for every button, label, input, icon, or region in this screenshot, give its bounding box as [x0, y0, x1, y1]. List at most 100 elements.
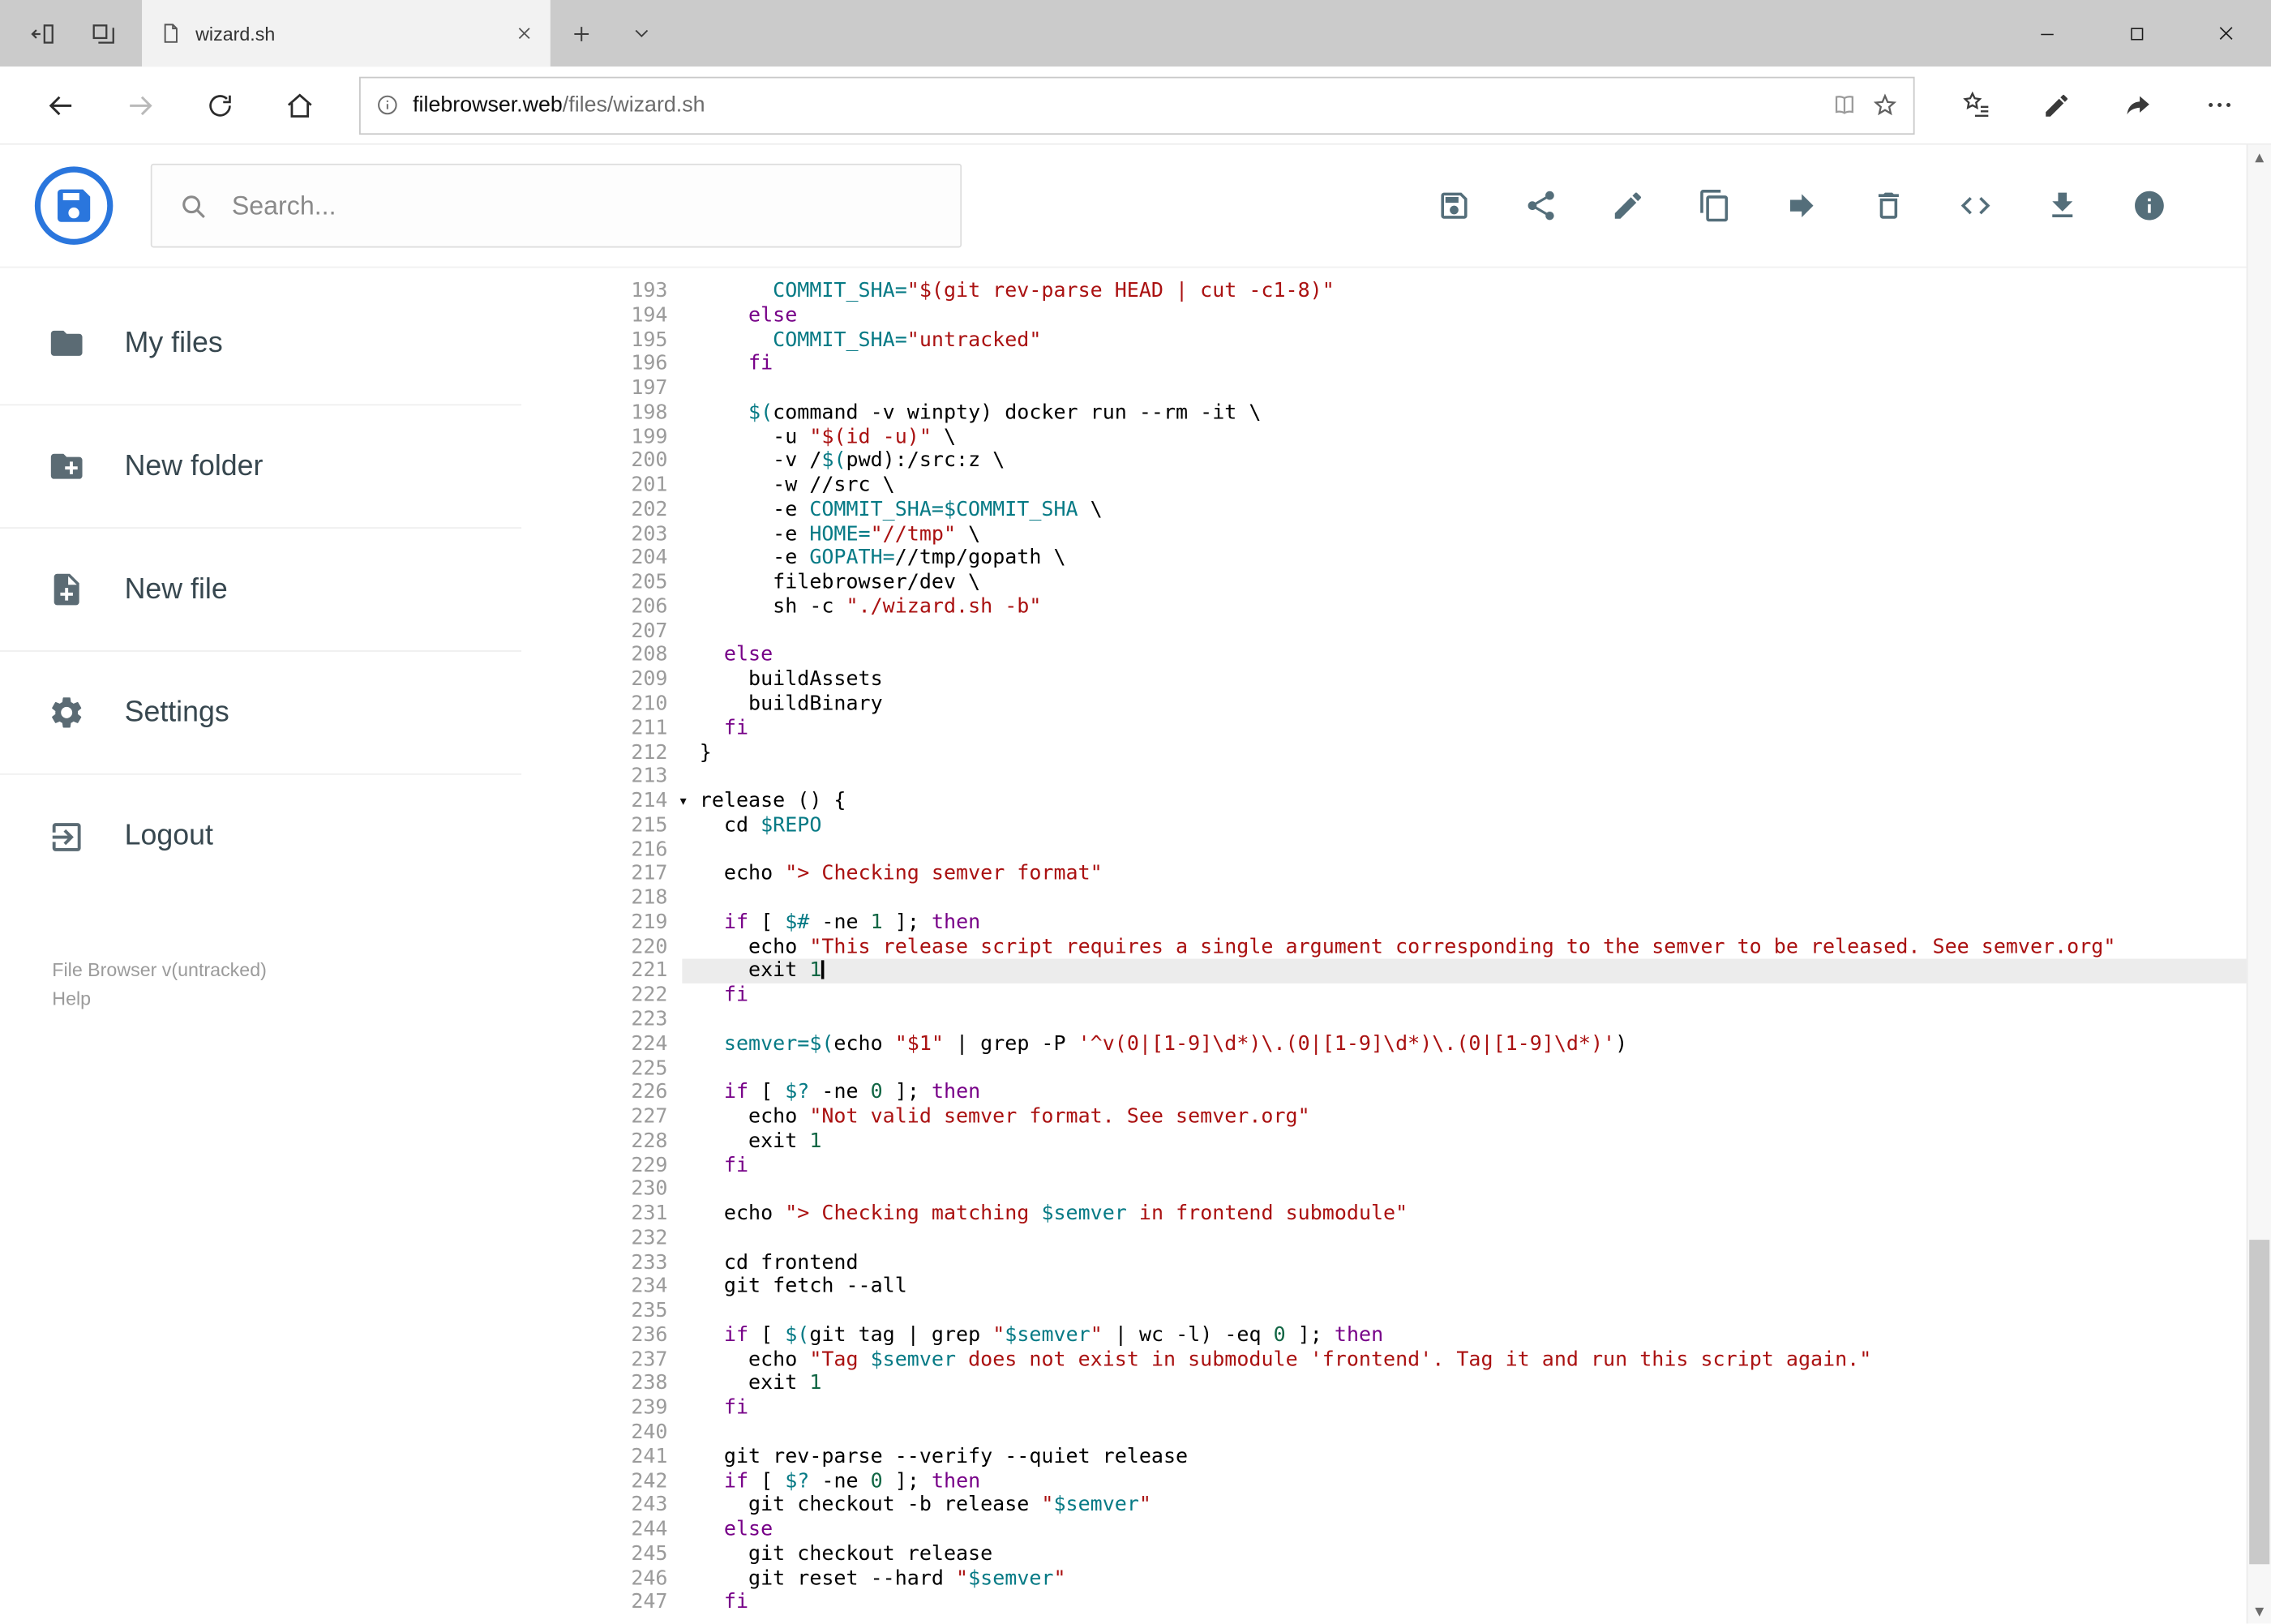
code-line-text[interactable]: fi — [682, 1396, 2246, 1420]
line-number[interactable]: 235 — [586, 1300, 682, 1324]
line-number[interactable]: 220 — [586, 935, 682, 959]
reading-view-button[interactable] — [1831, 92, 1858, 119]
code-line-text[interactable]: fi — [682, 1154, 2246, 1178]
code-line-text[interactable]: $(command -v winpty) docker run --rm -it… — [682, 401, 2246, 426]
line-number[interactable]: 230 — [586, 1178, 682, 1202]
code-line[interactable]: 216 — [586, 838, 2246, 863]
code-line-text[interactable]: echo "This release script requires a sin… — [682, 935, 2246, 959]
line-number[interactable]: 193 — [586, 280, 682, 304]
code-line-text[interactable] — [682, 838, 2246, 863]
share-page-button[interactable] — [2097, 66, 2179, 144]
line-number[interactable]: 219 — [586, 911, 682, 935]
code-line-text[interactable]: echo "Tag $semver does not exist in subm… — [682, 1348, 2246, 1373]
code-line[interactable]: 231 echo "> Checking matching $semver in… — [586, 1202, 2246, 1227]
line-number[interactable]: 195 — [586, 328, 682, 353]
code-line[interactable]: 206 sh -c "./wizard.sh -b" — [586, 595, 2246, 619]
code-line[interactable]: 240 — [586, 1420, 2246, 1445]
code-line[interactable]: 227 echo "Not valid semver format. See s… — [586, 1105, 2246, 1129]
set-tabs-aside-button[interactable] — [11, 0, 72, 66]
code-line-text[interactable]: fi — [682, 983, 2246, 1008]
code-line[interactable]: 232 — [586, 1227, 2246, 1251]
code-line-text[interactable]: exit 1 — [682, 1372, 2246, 1396]
line-number[interactable]: 208 — [586, 644, 682, 668]
line-number[interactable]: 218 — [586, 886, 682, 911]
code-line-text[interactable] — [682, 765, 2246, 790]
sidebar-item-new-file[interactable]: New file — [0, 529, 522, 652]
line-number[interactable]: 201 — [586, 473, 682, 498]
code-line[interactable]: 202 -e COMMIT_SHA=$COMMIT_SHA \ — [586, 498, 2246, 522]
code-line-text[interactable]: fi — [682, 353, 2246, 377]
line-number[interactable]: 226 — [586, 1081, 682, 1105]
code-line-text[interactable]: else — [682, 644, 2246, 668]
favorite-star-button[interactable] — [1871, 92, 1899, 119]
code-line[interactable]: 233 cd frontend — [586, 1251, 2246, 1275]
code-line-text[interactable]: fi — [682, 1591, 2246, 1615]
line-number[interactable]: 217 — [586, 863, 682, 887]
line-number[interactable]: 196 — [586, 353, 682, 377]
code-line-text[interactable] — [682, 1008, 2246, 1032]
line-number[interactable]: 216 — [586, 838, 682, 863]
line-number[interactable]: 245 — [586, 1542, 682, 1566]
forward-button[interactable] — [100, 66, 179, 144]
code-line[interactable]: 209 buildAssets — [586, 668, 2246, 692]
code-line[interactable]: 218 — [586, 886, 2246, 911]
code-line-text[interactable] — [682, 1420, 2246, 1445]
code-line-text[interactable] — [682, 1056, 2246, 1081]
code-editor[interactable]: 193 COMMIT_SHA="$(git rev-parse HEAD | c… — [586, 268, 2247, 1623]
code-line-text[interactable]: -v /$(pwd):/src:z \ — [682, 449, 2246, 473]
line-number[interactable]: 242 — [586, 1469, 682, 1493]
code-line-text[interactable]: -w //src \ — [682, 473, 2246, 498]
site-info-icon[interactable] — [375, 92, 400, 117]
code-line-text[interactable] — [682, 1300, 2246, 1324]
code-button[interactable] — [1932, 162, 2019, 249]
code-line-text[interactable]: cd frontend — [682, 1251, 2246, 1275]
code-line[interactable]: 223 — [586, 1008, 2246, 1032]
scrollbar-thumb[interactable] — [2249, 1239, 2270, 1565]
code-line-text[interactable]: git rev-parse --verify --quiet release — [682, 1445, 2246, 1469]
code-line[interactable]: 193 COMMIT_SHA="$(git rev-parse HEAD | c… — [586, 280, 2246, 304]
code-line-text[interactable]: fi — [682, 717, 2246, 741]
help-link[interactable]: Help — [52, 985, 586, 1014]
code-line-text[interactable]: COMMIT_SHA="$(git rev-parse HEAD | cut -… — [682, 280, 2246, 304]
line-number[interactable]: 241 — [586, 1445, 682, 1469]
code-line-text[interactable]: COMMIT_SHA="untracked" — [682, 328, 2246, 353]
code-line[interactable]: 243 git checkout -b release "$semver" — [586, 1493, 2246, 1518]
search-box[interactable] — [150, 163, 962, 248]
line-number[interactable]: 214 ▾ — [586, 790, 686, 814]
code-line[interactable]: 217 echo "> Checking semver format" — [586, 863, 2246, 887]
line-number[interactable]: 238 — [586, 1372, 682, 1396]
copy-button[interactable] — [1671, 162, 1758, 249]
code-line-text[interactable]: -u "$(id -u)" \ — [682, 425, 2246, 449]
code-line[interactable]: 244 else — [586, 1518, 2246, 1542]
line-number[interactable]: 229 — [586, 1154, 682, 1178]
code-line-text[interactable]: } — [682, 741, 2246, 765]
download-button[interactable] — [2019, 162, 2106, 249]
line-number[interactable]: 232 — [586, 1227, 682, 1251]
code-line[interactable]: 213 — [586, 765, 2246, 790]
code-line[interactable]: 199 -u "$(id -u)" \ — [586, 425, 2246, 449]
code-line-text[interactable]: release () { — [682, 790, 2246, 814]
line-number[interactable]: 204 — [586, 546, 682, 571]
code-line[interactable]: 215 cd $REPO — [586, 814, 2246, 838]
save-button[interactable] — [1411, 162, 1498, 249]
code-line[interactable]: 201 -w //src \ — [586, 473, 2246, 498]
fold-marker-icon[interactable]: ▾ — [680, 791, 687, 815]
code-line-text[interactable] — [682, 1178, 2246, 1202]
minimize-button[interactable] — [2002, 0, 2092, 66]
web-note-button[interactable] — [2016, 66, 2097, 144]
code-line-text[interactable]: semver=$(echo "$1" | grep -P '^v(0|[1-9]… — [682, 1032, 2246, 1056]
code-line[interactable]: 246 git reset --hard "$semver" — [586, 1566, 2246, 1591]
code-line-text[interactable] — [682, 886, 2246, 911]
sidebar-item-new-folder[interactable]: New folder — [0, 405, 522, 529]
code-line-text[interactable]: if [ $(git tag | grep "$semver" | wc -l)… — [682, 1324, 2246, 1348]
vertical-scrollbar[interactable]: ▲ ▼ — [2246, 144, 2271, 1624]
code-line[interactable]: 197 — [586, 377, 2246, 401]
code-line-text[interactable]: if [ $# -ne 1 ]; then — [682, 911, 2246, 935]
more-menu-button[interactable] — [2179, 66, 2260, 144]
line-number[interactable]: 234 — [586, 1275, 682, 1300]
code-line-text[interactable]: git fetch --all — [682, 1275, 2246, 1300]
code-line[interactable]: 238 exit 1 — [586, 1372, 2246, 1396]
tab-close-button[interactable] — [516, 24, 533, 41]
line-number[interactable]: 228 — [586, 1129, 682, 1154]
info-button[interactable] — [2106, 162, 2192, 249]
